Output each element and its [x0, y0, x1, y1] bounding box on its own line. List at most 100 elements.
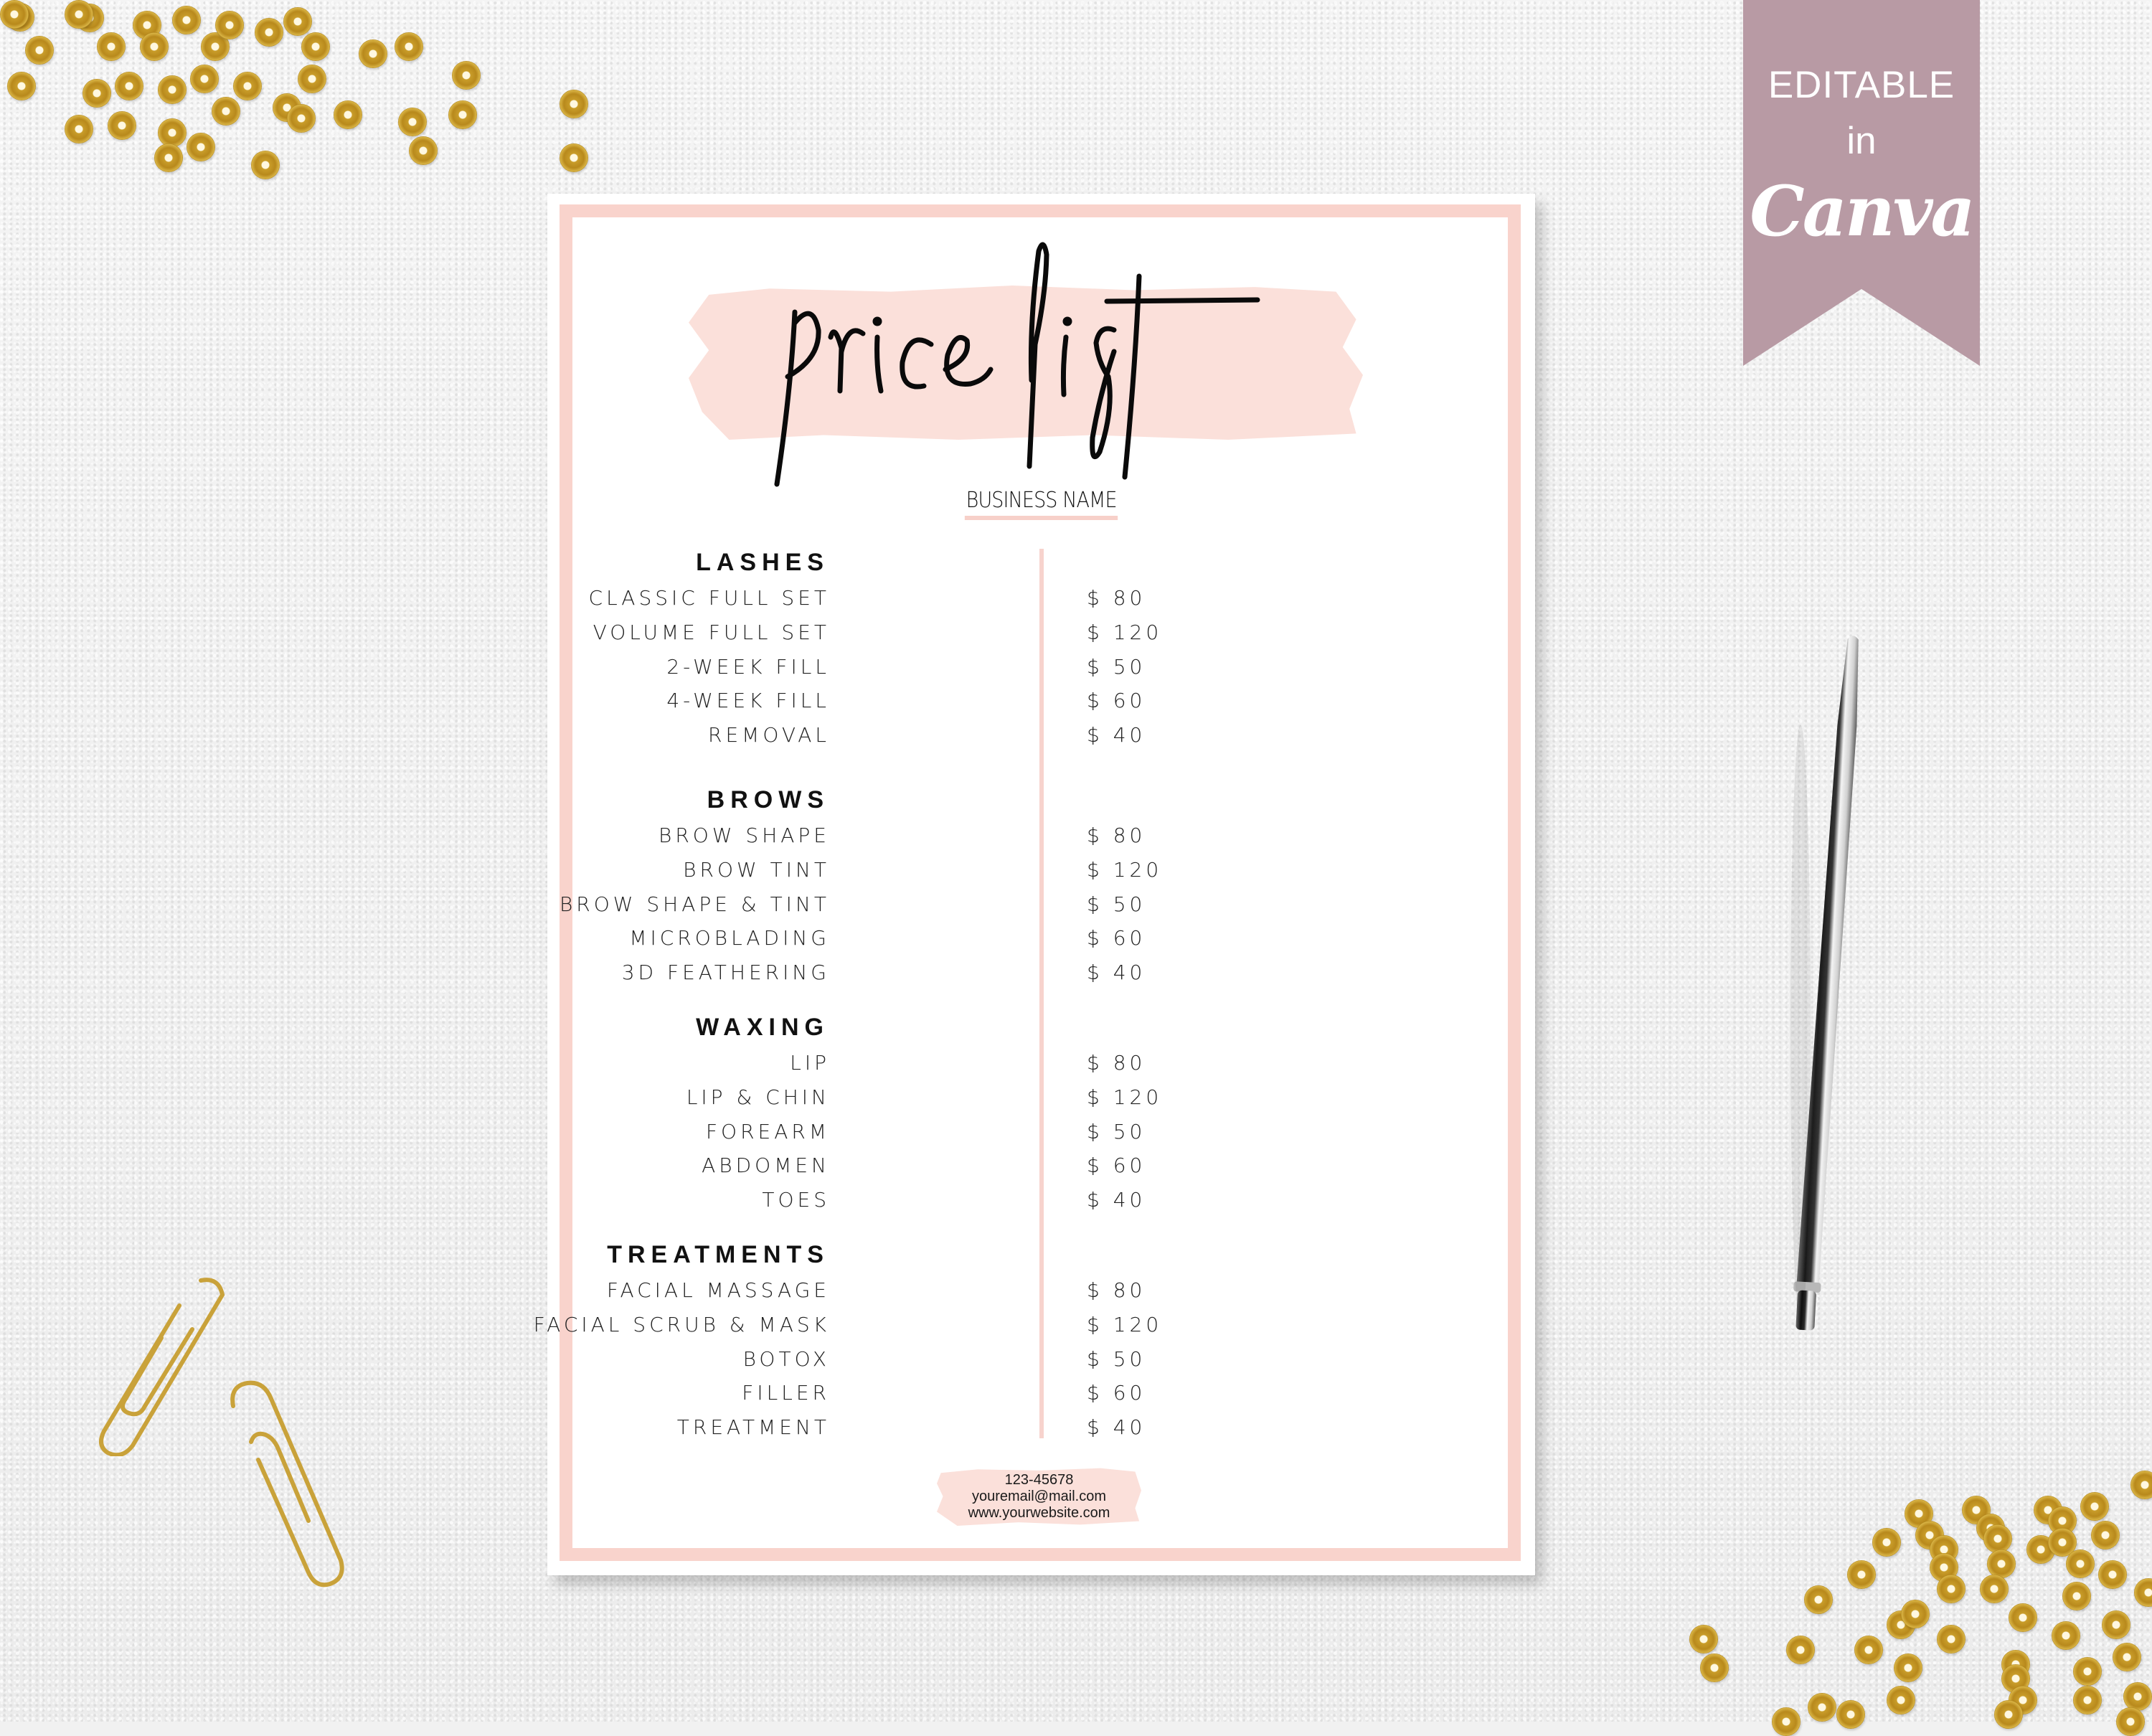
sequin-icon [158, 118, 187, 147]
sequin-icon [1836, 1700, 1865, 1729]
pen-icon [1790, 636, 1859, 1331]
service-name: BROW SHAPE & TINT [559, 892, 830, 916]
section-heading: WAXING [696, 1014, 829, 1041]
service-price: $ 60 [1087, 1381, 1146, 1405]
sequin-icon [287, 104, 316, 133]
sequin-icon [233, 72, 262, 100]
business-name-text: BUSINESS NAME [964, 488, 1118, 520]
price-row: FACIAL SCRUB & MASK $ 120 [534, 1312, 1535, 1347]
sequin-icon [398, 108, 427, 136]
sequin-icon [560, 143, 588, 172]
canva-logo: Canva [1750, 171, 1975, 252]
service-price: $ 80 [1087, 1051, 1146, 1075]
sequin-icon [115, 72, 143, 100]
sequin-icon [251, 151, 280, 179]
sequin-icon [1937, 1575, 1965, 1603]
service-price: $ 40 [1087, 723, 1146, 747]
service-name: LIP & CHIN [686, 1085, 830, 1109]
sequin-icon [2073, 1657, 2102, 1686]
service-name: BOTOX [742, 1346, 830, 1371]
service-name: 4-WEEK FILL [666, 689, 830, 713]
sequin-icon [7, 72, 36, 100]
price-row: CLASSIC FULL SET $ 80 [547, 586, 1535, 621]
price-row: FILLER $ 60 [547, 1381, 1535, 1415]
service-price: $ 40 [1087, 961, 1146, 985]
sequin-icon [2080, 1492, 2109, 1521]
sequin-icon [1937, 1625, 1965, 1654]
service-name: REMOVAL [708, 723, 830, 747]
service-price: $ 120 [1087, 1312, 1163, 1336]
sequin-icon [25, 36, 54, 65]
price-list-card: price list BUSINESS NAM [534, 194, 1535, 1575]
sequin-icon [215, 11, 244, 39]
paperclip-icon [99, 1278, 225, 1456]
sequin-icon [2116, 1707, 2145, 1736]
service-price: $ 50 [1087, 654, 1146, 679]
sequin-icon [452, 61, 481, 90]
section-heading: LASHES [696, 549, 829, 576]
service-price: $ 50 [1087, 1346, 1146, 1371]
service-name: FOREARM [705, 1119, 830, 1143]
sequin-icon [65, 0, 93, 29]
sequin-icon [97, 32, 126, 61]
sequin-icon [212, 97, 240, 126]
service-name: ABDOMEN [702, 1154, 830, 1178]
price-row: LIP & CHIN $ 120 [547, 1085, 1535, 1120]
service-price: $ 80 [1087, 824, 1146, 847]
sequin-icon [1901, 1600, 1930, 1628]
service-price: $ 120 [1087, 857, 1163, 882]
sequin-icon [283, 7, 312, 36]
sequin-icon [2098, 1560, 2127, 1589]
phone-number: 123-45678 [1004, 1472, 1074, 1488]
sequin-icon [255, 18, 283, 47]
paperclip-icon [230, 1380, 344, 1588]
sequin-icon [108, 111, 136, 140]
sequin-icon [1804, 1585, 1833, 1614]
price-row: ABDOMEN $ 60 [547, 1154, 1535, 1188]
service-name: TOES [762, 1188, 830, 1212]
service-name: 3D FEATHERING [621, 961, 830, 985]
price-row: 2-WEEK FILL $ 50 [547, 655, 1535, 689]
business-name: BUSINESS NAME [547, 488, 1535, 520]
service-price: $ 120 [1087, 1085, 1163, 1109]
price-row: 4-WEEK FILL $ 60 [547, 689, 1535, 723]
sequin-icon [1980, 1575, 2009, 1603]
service-name: BROW SHAPE [659, 824, 830, 847]
section-heading: TREATMENTS [607, 1241, 829, 1268]
service-name: FACIAL SCRUB & MASK [533, 1312, 830, 1336]
sequin-icon [0, 0, 29, 29]
badge-line-editable: EDITABLE [1768, 64, 1955, 106]
sequin-icon [2009, 1603, 2037, 1632]
sequin-icon [1983, 1524, 2012, 1553]
service-name: BROW TINT [683, 857, 830, 882]
sequin-icon [1772, 1707, 1801, 1736]
sequin-icon [1854, 1636, 1883, 1664]
service-name: TREATMENT [676, 1415, 830, 1440]
sequin-icon [2123, 1682, 2152, 1711]
sequin-icon [1700, 1654, 1729, 1682]
service-name: MICROBLADING [629, 926, 830, 950]
sequin-icon [2073, 1686, 2102, 1714]
price-row: BROW SHAPE & TINT $ 50 [547, 892, 1535, 927]
service-name: FACIAL MASSAGE [606, 1278, 830, 1302]
price-row: BROW TINT $ 120 [547, 858, 1535, 892]
sequin-icon [2113, 1643, 2141, 1671]
price-row: TREATMENT $ 40 [547, 1415, 1535, 1450]
sequin-icon [2062, 1582, 2091, 1610]
sequin-icon [334, 100, 362, 129]
service-price: $ 60 [1087, 689, 1146, 713]
service-price: $ 120 [1087, 620, 1163, 644]
price-row: VOLUME FULL SET $ 120 [547, 621, 1535, 655]
sequin-icon [172, 6, 201, 34]
badge-line-in: in [1846, 120, 1877, 162]
price-row: LIP $ 80 [547, 1051, 1535, 1085]
sequin-icon [158, 75, 187, 104]
service-price: $ 50 [1087, 892, 1146, 916]
section-heading: BROWS [707, 786, 829, 813]
sequin-icon [395, 32, 423, 61]
service-price: $ 80 [1087, 1278, 1146, 1302]
sequin-icon [1808, 1693, 1836, 1722]
sequin-icon [1987, 1549, 2016, 1578]
service-name: FILLER [742, 1381, 830, 1405]
service-price: $ 60 [1087, 1154, 1146, 1178]
